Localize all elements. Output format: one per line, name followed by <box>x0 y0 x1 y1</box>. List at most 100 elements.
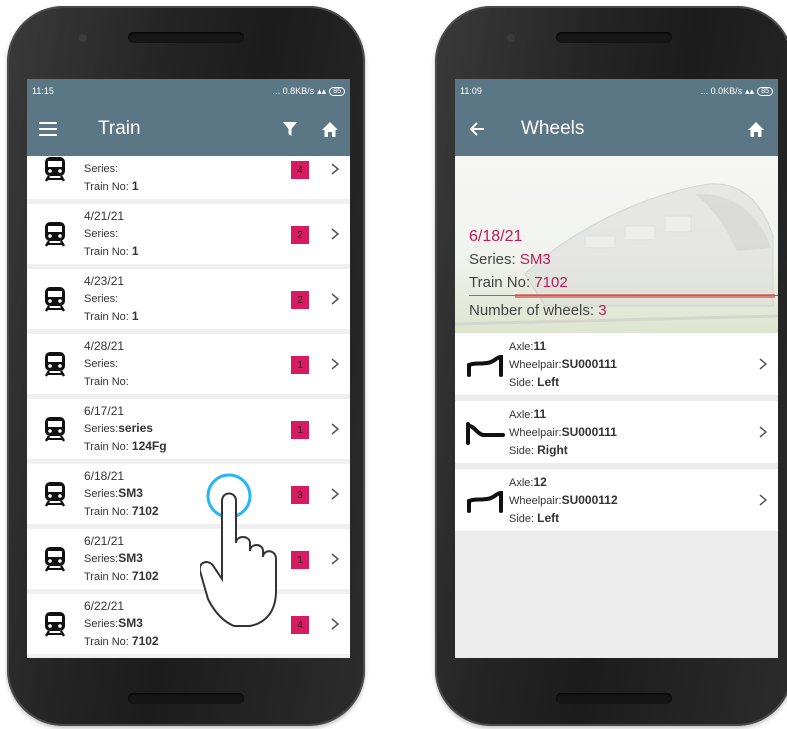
train-row-text: 4/28/21 Series: Train No: <box>84 338 129 391</box>
wheel-profile-icon <box>465 353 505 379</box>
train-row[interactable]: 4/28/21 Series: Train No: 1 <box>27 334 350 394</box>
train-icon <box>44 351 66 377</box>
train-row-text: 6/21/21 Series:SM3 Train No: 7102 <box>84 533 159 586</box>
train-series: Series: <box>84 293 119 305</box>
train-series: Series:series <box>84 421 153 435</box>
home-icon[interactable] <box>747 120 765 138</box>
chevron-right-icon[interactable] <box>330 354 340 374</box>
wheel-count-badge: 2 <box>291 291 309 309</box>
wheel-row-text: Axle:12 Wheelpair:SU000112 Side: Left <box>509 474 618 528</box>
train-row[interactable]: 6/21/21 Series:SM3 Train No: 7102 1 <box>27 529 350 589</box>
train-list: 4/19/21 Series: Train No: 1 4 4/21/21 Se… <box>27 156 350 658</box>
train-icon <box>44 221 66 247</box>
status-bar: 11:09 ... 0.0KB/s ▴▴ 85 <box>455 79 778 103</box>
status-time: 11:09 <box>460 86 482 96</box>
home-icon[interactable] <box>321 120 339 138</box>
train-number: Train No: 124Fg <box>84 439 167 453</box>
train-icon <box>44 481 66 507</box>
train-series: Series:SM3 <box>84 551 143 565</box>
wheel-wheelpair: Wheelpair:SU000111 <box>509 357 617 371</box>
signal-icon: ▴▴ <box>745 85 755 96</box>
chevron-right-icon[interactable] <box>330 159 340 179</box>
wheel-count-badge: 1 <box>291 421 309 439</box>
chevron-right-icon[interactable] <box>758 354 768 374</box>
page-title: Wheels <box>521 118 585 139</box>
camera <box>79 34 87 42</box>
wheel-count-badge: 2 <box>291 226 309 244</box>
train-date: 6/21/21 <box>84 534 125 548</box>
train-row-text: 4/19/21 Series: Train No: 1 <box>84 156 139 196</box>
chevron-right-icon[interactable] <box>330 484 340 504</box>
wheel-list: Axle:11 Wheelpair:SU000111 Side: Left Ax… <box>455 333 778 531</box>
back-arrow-icon[interactable] <box>469 121 485 137</box>
menu-icon[interactable] <box>39 121 57 137</box>
app-bar: Train <box>27 103 350 156</box>
train-date: 4/28/21 <box>84 339 125 353</box>
battery-badge: 85 <box>757 86 773 96</box>
filter-icon[interactable] <box>282 121 298 137</box>
train-date: 6/17/21 <box>84 404 125 418</box>
wheel-side: Side: Left <box>509 375 560 389</box>
train-number: Train No: 7102 <box>84 504 159 518</box>
train-series: Series:SM3 <box>84 486 143 500</box>
page-title: Train <box>98 118 141 139</box>
wheel-profile-icon <box>465 421 505 447</box>
train-row[interactable]: 4/21/21 Series: Train No: 1 2 <box>27 204 350 264</box>
train-date: 6/18/21 <box>84 469 125 483</box>
train-list-screen: 11:15 ... 0.8KB/s ▴▴ 85 Train Series: Tr… <box>27 79 350 658</box>
battery-badge: 85 <box>329 86 345 96</box>
wheel-row[interactable]: Axle:12 Wheelpair:SU000112 Side: Left <box>455 469 778 531</box>
divider <box>469 295 778 296</box>
train-row-text: 6/17/21 Series:series Train No: 124Fg <box>84 403 167 456</box>
wheel-row-text: Axle:11 Wheelpair:SU000111 Side: Right <box>509 406 617 460</box>
wheel-count-badge: 1 <box>291 356 309 374</box>
chevron-right-icon[interactable] <box>758 490 768 510</box>
wheel-axle: Axle:12 <box>509 475 547 489</box>
wheel-row[interactable]: Axle:11 Wheelpair:SU000111 Side: Right <box>455 401 778 463</box>
train-number: Train No: 7102 <box>84 569 159 583</box>
train-number: Train No: 7102 <box>84 634 159 648</box>
chevron-right-icon[interactable] <box>330 289 340 309</box>
wheel-profile-icon <box>465 489 505 515</box>
chevron-right-icon[interactable] <box>758 422 768 442</box>
wheel-wheelpair: Wheelpair:SU000112 <box>509 493 618 507</box>
chevron-right-icon[interactable] <box>330 614 340 634</box>
hero-train-no: Train No: 7102 <box>469 274 568 291</box>
chevron-right-icon[interactable] <box>330 224 340 244</box>
wheels-screen: 11:09 ... 0.0KB/s ▴▴ 85 Wheels 6/18/21 S… <box>455 79 778 658</box>
status-network: ... 0.8KB/s <box>272 86 315 96</box>
train-number: Train No: 1 <box>84 179 139 193</box>
train-number: Train No: 1 <box>84 309 139 323</box>
signal-icon: ▴▴ <box>317 85 327 96</box>
train-row[interactable]: 6/18/21 Series:SM3 Train No: 7102 3 <box>27 464 350 524</box>
train-row[interactable]: 4/23/21 Series: Train No: 1 2 <box>27 269 350 329</box>
wheel-count-badge: 4 <box>291 161 309 179</box>
wheel-wheelpair: Wheelpair:SU000111 <box>509 425 617 439</box>
speaker-bottom <box>128 693 244 704</box>
wheel-axle: Axle:11 <box>509 339 547 353</box>
camera <box>507 34 515 42</box>
phone-left: 11:15 ... 0.8KB/s ▴▴ 85 Train Series: Tr… <box>7 6 365 726</box>
chevron-right-icon[interactable] <box>330 549 340 569</box>
train-row-text: 6/22/21 Series:SM3 Train No: 7102 <box>84 598 159 651</box>
status-time: 11:15 <box>32 86 54 96</box>
wheel-row[interactable]: Axle:11 Wheelpair:SU000111 Side: Left <box>455 333 778 395</box>
train-date: 6/22/21 <box>84 599 125 613</box>
speaker-top <box>128 32 244 43</box>
train-icon <box>44 286 66 312</box>
train-row-text: 4/21/21 Series: Train No: 1 <box>84 208 139 261</box>
hero-series: Series: SM3 <box>469 251 551 268</box>
train-row[interactable]: 6/17/21 Series:series Train No: 124Fg 1 <box>27 399 350 459</box>
train-row[interactable]: 6/22/21 Series:SM3 Train No: 7102 4 <box>27 594 350 654</box>
hero-date: 6/18/21 <box>469 228 523 245</box>
chevron-right-icon[interactable] <box>330 419 340 439</box>
app-bar: Wheels <box>455 103 778 156</box>
train-row-text: 4/23/21 Series: Train No: 1 <box>84 273 139 326</box>
tap-gesture-hand <box>198 471 300 631</box>
speaker-bottom <box>556 693 672 704</box>
status-bar: 11:15 ... 0.8KB/s ▴▴ 85 <box>27 79 350 103</box>
status-network: ... 0.0KB/s <box>700 86 743 96</box>
train-series: Series:SM3 <box>84 616 143 630</box>
train-series: Series: <box>84 228 119 240</box>
train-row[interactable]: 4/19/21 Series: Train No: 1 4 <box>27 156 350 199</box>
